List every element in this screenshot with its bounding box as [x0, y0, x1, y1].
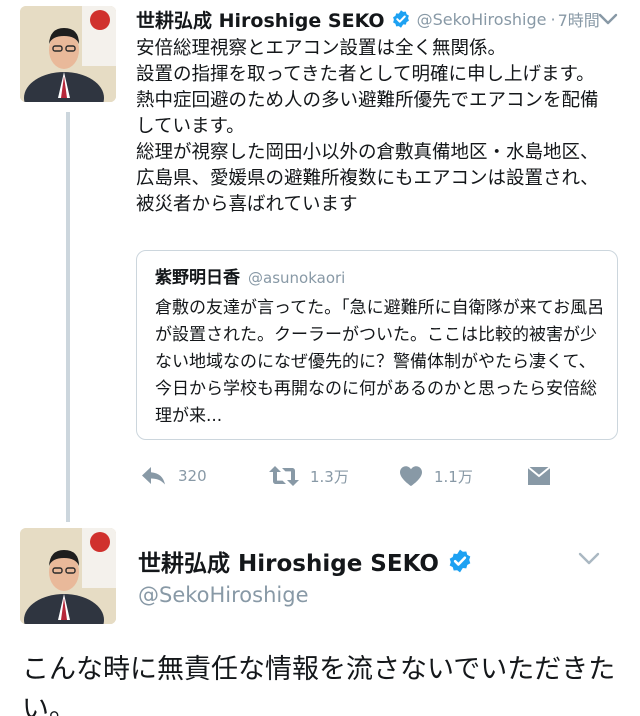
reply-tweet-text: こんな時に無責任な情報を流さないでいただきたい。 — [22, 654, 616, 716]
tweet-text-line: 安倍総理視察とエアコン設置は全く無関係。 — [136, 38, 507, 59]
author-avatar[interactable] — [20, 6, 116, 102]
tweet-timestamp[interactable]: 7時間 — [558, 7, 600, 31]
tweet-action-bar: 320 1.3万 1.1万 — [136, 458, 616, 494]
verified-badge-icon — [391, 9, 411, 29]
reply-author-name-row: 世耕弘成 Hiroshige SEKO — [138, 544, 473, 578]
quoted-tweet-card[interactable]: 紫野明日香 @asunokaori 倉敷の友達が言ってた。「急に避難所に自衛隊が… — [136, 250, 618, 440]
like-button[interactable]: 1.1万 — [398, 458, 473, 494]
quoted-author-handle: @asunokaori — [248, 269, 346, 287]
direct-message-button[interactable] — [526, 458, 552, 494]
tweet-text-line: 熱中症回避のため人の多い避難所優先でエアコンを配備しています。 — [136, 90, 599, 137]
chevron-down-icon[interactable] — [596, 10, 620, 28]
reply-icon — [140, 464, 168, 488]
envelope-icon — [526, 465, 552, 487]
retweet-icon — [268, 464, 300, 488]
reply-author-name[interactable]: 世耕弘成 Hiroshige SEKO — [138, 544, 439, 578]
time-separator: · — [550, 9, 556, 29]
reply-button[interactable]: 320 — [140, 458, 207, 494]
tweet-text-line: 総理が視察した岡田小以外の倉敷真備地区・水島地区、広島県、愛媛県の避難所複数にも… — [136, 142, 599, 215]
tweet-header: 世耕弘成 Hiroshige SEKO @SekoHiroshige · 7時間 — [136, 4, 626, 34]
retweet-button[interactable]: 1.3万 — [268, 458, 349, 494]
verified-badge-icon — [447, 548, 473, 574]
chevron-down-icon[interactable] — [576, 548, 602, 568]
reply-count: 320 — [178, 467, 207, 485]
author-handle[interactable]: @SekoHiroshige — [417, 10, 547, 29]
author-name[interactable]: 世耕弘成 Hiroshige SEKO — [136, 6, 385, 33]
tweet-text: 安倍総理視察とエアコン設置は全く無関係。 設置の指揮を取ってきた者として明確に申… — [136, 36, 616, 218]
heart-icon — [398, 464, 424, 488]
retweet-count: 1.3万 — [310, 467, 349, 486]
reply-author-handle[interactable]: @SekoHiroshige — [138, 583, 309, 607]
quoted-tweet-header: 紫野明日香 @asunokaori — [155, 263, 345, 288]
quoted-author-name: 紫野明日香 — [155, 268, 240, 288]
thread-connector-line — [66, 112, 70, 522]
tweet-text-line: 設置の指揮を取ってきた者として明確に申し上げます。 — [136, 64, 595, 85]
reply-author-avatar[interactable] — [20, 528, 116, 624]
quoted-tweet-text: 倉敷の友達が言ってた。「急に避難所に自衛隊が来てお風呂が設置された。クーラーがつ… — [155, 298, 605, 426]
like-count: 1.1万 — [434, 467, 473, 486]
